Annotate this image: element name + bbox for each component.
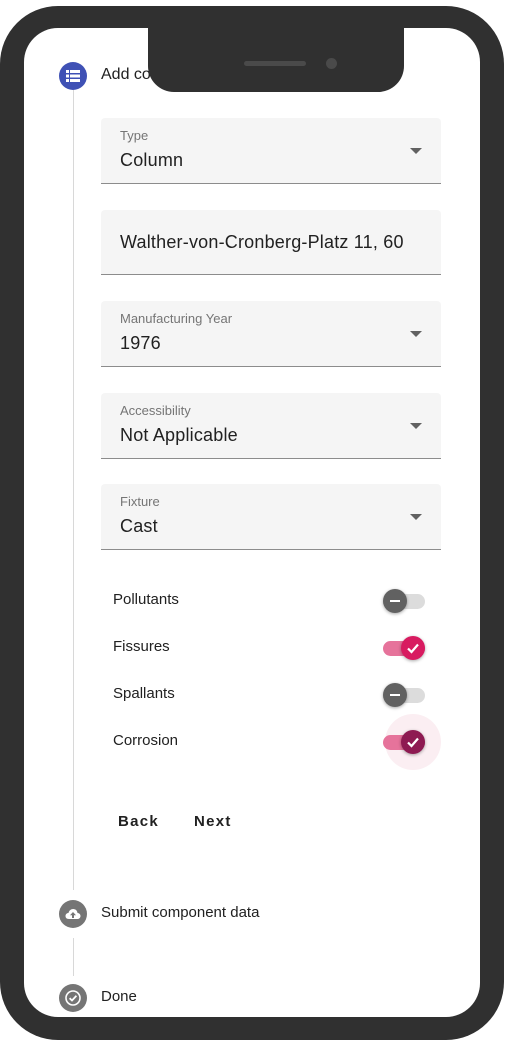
accessibility-label: Accessibility (120, 403, 191, 418)
type-value: Column (120, 150, 184, 170)
chevron-down-icon (410, 514, 422, 520)
toggle-knob (383, 683, 407, 707)
fissures-label: Fissures (113, 638, 170, 655)
chevron-down-icon (410, 148, 422, 154)
type-label: Type (120, 128, 149, 143)
phone-notch (148, 28, 404, 92)
minus-icon (390, 694, 400, 696)
step-2-icon (59, 900, 87, 928)
toggle-knob (401, 730, 425, 754)
step-connector-2 (73, 938, 74, 976)
check-icon (407, 737, 419, 748)
check-icon (407, 643, 419, 654)
back-button[interactable]: Back (118, 813, 159, 830)
fixture-select[interactable]: Fixture Cast (101, 484, 441, 550)
phone-bezel-bottom (0, 1017, 504, 1042)
front-camera (326, 58, 337, 69)
chevron-down-icon (410, 331, 422, 337)
list-icon (66, 70, 80, 82)
accessibility-select[interactable]: Accessibility Not Applicable (101, 393, 441, 459)
pollutants-label: Pollutants (113, 591, 179, 608)
chevron-down-icon (410, 423, 422, 429)
fixture-label: Fixture (120, 494, 160, 509)
manufacturing-year-select[interactable]: Manufacturing Year 1976 (101, 301, 441, 367)
manufacturing-year-label: Manufacturing Year (120, 311, 233, 326)
cloud-upload-icon (65, 909, 81, 919)
accessibility-value: Not Applicable (120, 425, 238, 445)
step-3-icon (59, 984, 87, 1012)
toggle-knob (401, 636, 425, 660)
step-3-title[interactable]: Done (101, 988, 137, 1005)
corrosion-label: Corrosion (113, 732, 179, 749)
check-circle-icon (65, 990, 81, 1006)
spallants-label: Spallants (113, 685, 175, 702)
minus-icon (390, 600, 400, 602)
step-2-title[interactable]: Submit component data (101, 904, 259, 921)
toggle-knob (383, 589, 407, 613)
address-field[interactable]: Walther-von-Cronberg-Platz 11, 60 (101, 210, 441, 275)
stepper: Add component properties Type Column Wal… (0, 0, 508, 1042)
type-select[interactable]: Type Column (101, 118, 441, 184)
speaker-grille (244, 61, 306, 66)
manufacturing-year-value: 1976 (120, 333, 161, 353)
step-1-icon (59, 62, 87, 90)
fixture-value: Cast (120, 516, 158, 536)
next-button[interactable]: Next (194, 813, 232, 830)
step-connector-1 (73, 90, 74, 890)
address-value: Walther-von-Cronberg-Platz 11, 60 (120, 232, 404, 252)
